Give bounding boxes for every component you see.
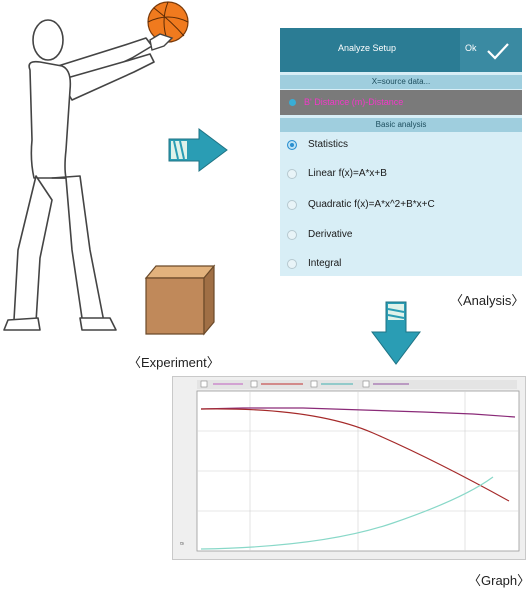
option-label: Statistics (308, 139, 349, 150)
legend-checkbox-icon (250, 380, 258, 388)
section-source-header: X=source data... (280, 75, 522, 89)
option-label: Derivative (308, 229, 353, 240)
option-statistics[interactable]: Statistics (280, 135, 522, 157)
check-icon (487, 43, 509, 60)
radio-icon (287, 259, 297, 269)
svg-text:g: g (179, 542, 185, 545)
radio-icon (287, 169, 297, 179)
panel-title: Analyze Setup (338, 43, 397, 53)
box-illustration (144, 264, 216, 336)
radio-selected-icon (287, 140, 297, 150)
graph-caption: 〈Graph〉 (468, 573, 528, 588)
experiment-caption: 〈Experiment〉 (128, 355, 220, 370)
source-item-label: B' Distance (m)-Distance (304, 97, 404, 107)
analyze-setup-panel: Analyze Setup Ok X=source data... B' Dis… (280, 28, 522, 276)
legend-checkbox-icon (200, 380, 208, 388)
arrow-down-icon (371, 301, 421, 365)
graph-panel: g (172, 376, 526, 560)
ok-button-label: Ok (465, 43, 477, 53)
option-label: Quadratic f(x)=A*x^2+B*x+C (308, 199, 435, 210)
legend-checkbox-icon (310, 380, 318, 388)
option-label: Linear f(x)=A*x+B (308, 168, 387, 179)
arrow-right-icon (168, 128, 228, 172)
option-label: Integral (308, 258, 342, 269)
option-quadratic[interactable]: Quadratic f(x)=A*x^2+B*x+C (280, 195, 522, 217)
radio-icon (287, 230, 297, 240)
ok-button[interactable]: Ok (460, 28, 522, 72)
option-derivative[interactable]: Derivative (280, 225, 522, 247)
panel-header: Analyze Setup Ok (280, 28, 522, 72)
radio-icon (287, 200, 297, 210)
legend-checkbox-icon (362, 380, 370, 388)
analysis-caption: 〈Analysis〉 (450, 293, 525, 308)
source-dot-icon (289, 99, 296, 106)
energy-graph: g (179, 380, 520, 552)
option-integral[interactable]: Integral (280, 254, 522, 276)
source-item[interactable]: B' Distance (m)-Distance (280, 90, 522, 115)
section-basic-header: Basic analysis (280, 118, 522, 132)
option-linear[interactable]: Linear f(x)=A*x+B (280, 164, 522, 186)
